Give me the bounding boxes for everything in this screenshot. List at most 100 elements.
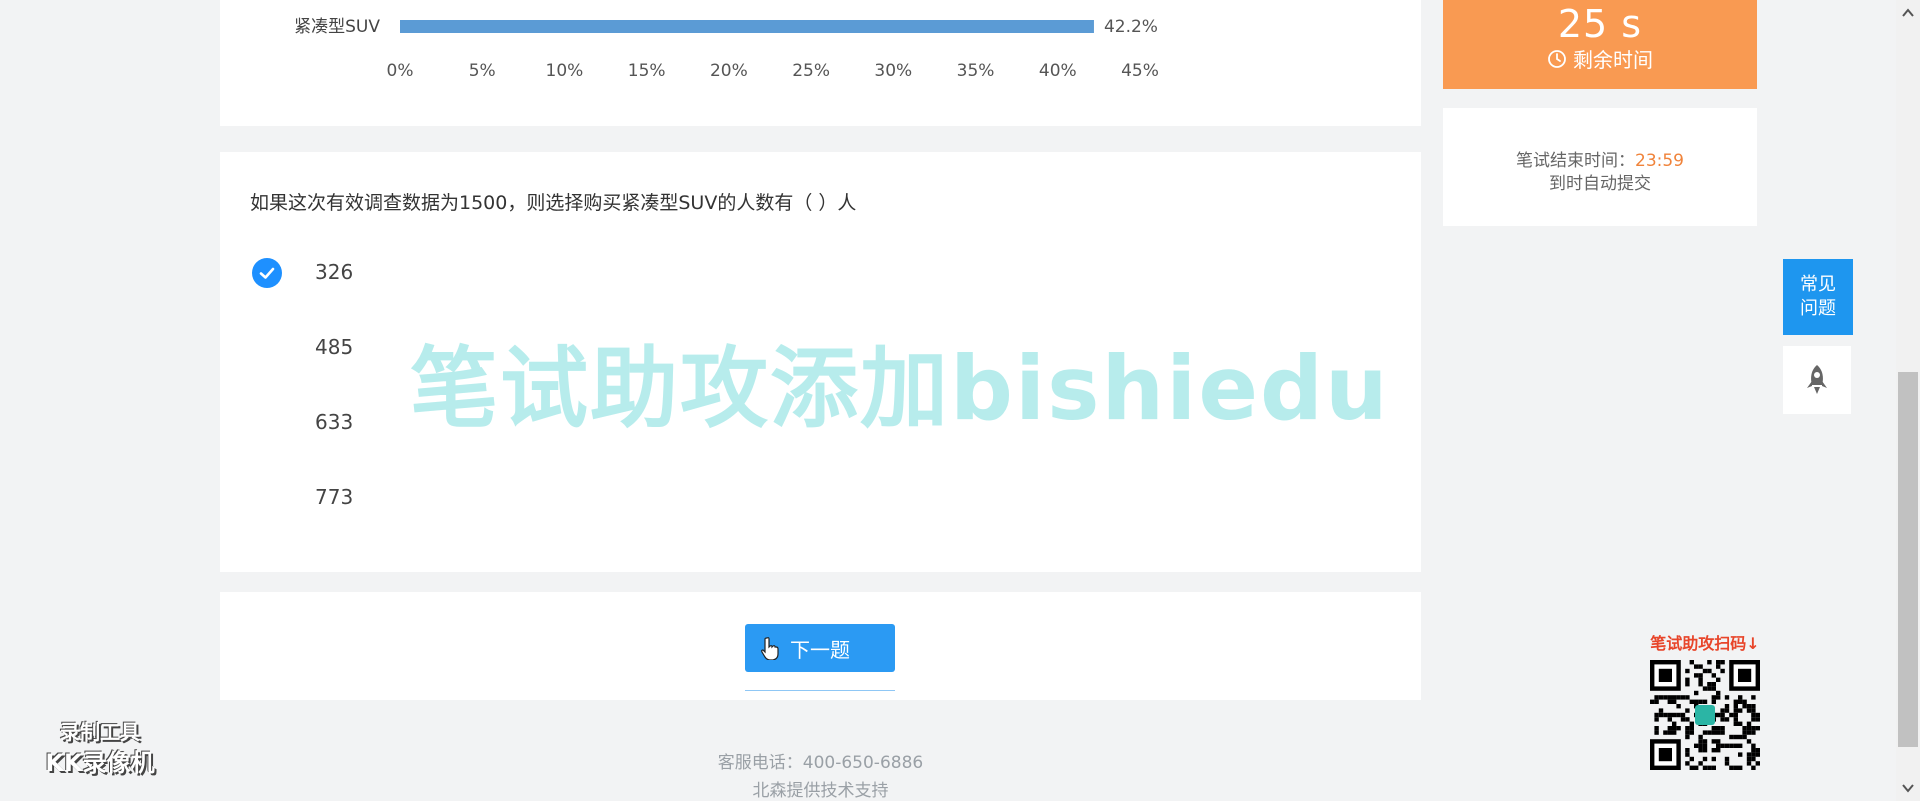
qr-module [1738, 765, 1743, 770]
qr-module [1676, 704, 1681, 709]
end-time-value: 23:59 [1635, 151, 1684, 171]
option-4[interactable]: 773 [252, 479, 752, 515]
qr-module [1746, 739, 1752, 744]
qr-module [1663, 730, 1668, 735]
qr-module [1702, 739, 1708, 744]
qr-module [1694, 673, 1699, 678]
qr-module [1711, 748, 1716, 753]
option-label: 485 [315, 335, 354, 359]
qr-module [1711, 739, 1716, 744]
qr-module [1751, 708, 1756, 713]
qr-module [1672, 721, 1677, 726]
qr-module [1733, 721, 1738, 726]
bar [400, 20, 1094, 33]
qr-module [1685, 682, 1690, 687]
qr-module [1738, 699, 1743, 704]
qr-module [1698, 743, 1703, 748]
qr-module [1707, 765, 1712, 770]
qr-module [1685, 726, 1690, 731]
qr-module [1746, 708, 1752, 713]
qr-module [1720, 730, 1725, 735]
qr-module [1742, 734, 1747, 740]
qr-module [1702, 756, 1708, 762]
nav-card: 下一题 [220, 592, 1421, 700]
qr-module [1746, 721, 1752, 726]
qr-module [1698, 677, 1703, 682]
qr-module [1672, 726, 1677, 731]
qr-module [1689, 726, 1694, 731]
qr-module [1711, 756, 1716, 762]
scroll-down-arrow-icon[interactable] [1899, 779, 1917, 797]
qr-module [1685, 708, 1690, 713]
qr-module [1733, 765, 1738, 770]
qr-module [1716, 660, 1721, 665]
qr-module [1654, 726, 1659, 731]
qr-module [1751, 756, 1756, 762]
qr-module [1720, 708, 1725, 713]
qr-module [1702, 765, 1708, 770]
scrollbar-thumb[interactable] [1898, 372, 1918, 747]
qr-module [1698, 761, 1703, 766]
x-tick-label: 0% [387, 61, 414, 81]
qr-module [1746, 726, 1752, 731]
qr-module [1707, 686, 1712, 691]
qr-module [1738, 734, 1743, 740]
faq-button[interactable]: 常见 问题 [1783, 259, 1853, 335]
chart-card: 紧凑型SUV 42.2% 0% 5% 10% 15% 20% 25% 30% 35% 40% 45% [220, 0, 1421, 126]
clock-icon [1548, 49, 1566, 68]
qr-module [1658, 695, 1664, 700]
footer-phone: 客服电话：400-650-6886 [717, 753, 924, 773]
qr-module [1707, 668, 1712, 674]
x-tick-label: 5% [469, 61, 496, 81]
scroll-up-arrow-icon[interactable] [1899, 4, 1917, 22]
qr-module [1654, 712, 1659, 718]
option-3[interactable]: 633 [252, 404, 752, 440]
qr-module [1720, 668, 1725, 674]
qr-module [1685, 677, 1690, 682]
qr-module [1711, 730, 1716, 735]
qr-module [1689, 765, 1694, 770]
qr-module [1751, 752, 1756, 757]
next-button-label: 下一题 [790, 637, 850, 662]
x-tick-label: 45% [1121, 61, 1159, 81]
qr-module [1746, 756, 1752, 762]
end-time-line: 笔试结束时间：23:59 [1443, 146, 1757, 171]
qr-module [1738, 721, 1743, 726]
back-to-top-button[interactable] [1783, 346, 1851, 414]
option-1[interactable]: 326 [252, 254, 752, 290]
qr-module [1746, 730, 1752, 735]
recorder-line1: 录制工具 [60, 720, 140, 744]
qr-finder [1658, 748, 1672, 762]
qr-module [1724, 704, 1730, 709]
qr-module [1746, 761, 1752, 766]
qr-module [1720, 660, 1725, 665]
footer-support: 北森提供技术支持 [752, 781, 889, 801]
qr-module [1667, 695, 1672, 700]
category-label: 紧凑型SUV [294, 17, 380, 37]
qr-module [1755, 726, 1760, 731]
qr-module [1751, 730, 1756, 735]
qr-module [1689, 730, 1694, 735]
option-2[interactable]: 485 [252, 329, 752, 365]
qr-module [1751, 704, 1756, 709]
qr-module [1667, 712, 1672, 718]
qr-module [1689, 756, 1694, 762]
qr-module [1698, 682, 1703, 687]
qr-module [1676, 712, 1681, 718]
qr-module [1689, 699, 1694, 704]
qr-module [1729, 743, 1734, 748]
next-question-button[interactable]: 下一题 [745, 624, 895, 672]
qr-module [1698, 734, 1703, 740]
qr-center-logo [1695, 705, 1715, 725]
qr-module [1694, 765, 1699, 770]
qr-module [1654, 717, 1659, 722]
question-card: 如果这次有效调查数据为1500，则选择购买紧凑型SUV的人数有（ ）人 326 … [220, 152, 1421, 572]
qr-module [1711, 673, 1716, 678]
qr-module [1654, 730, 1659, 735]
qr-module [1733, 704, 1738, 709]
qr-module [1685, 730, 1690, 735]
data-label: 42.2% [1104, 17, 1158, 37]
qr-module [1711, 686, 1716, 691]
qr-module [1685, 717, 1690, 722]
qr-module [1755, 752, 1760, 757]
